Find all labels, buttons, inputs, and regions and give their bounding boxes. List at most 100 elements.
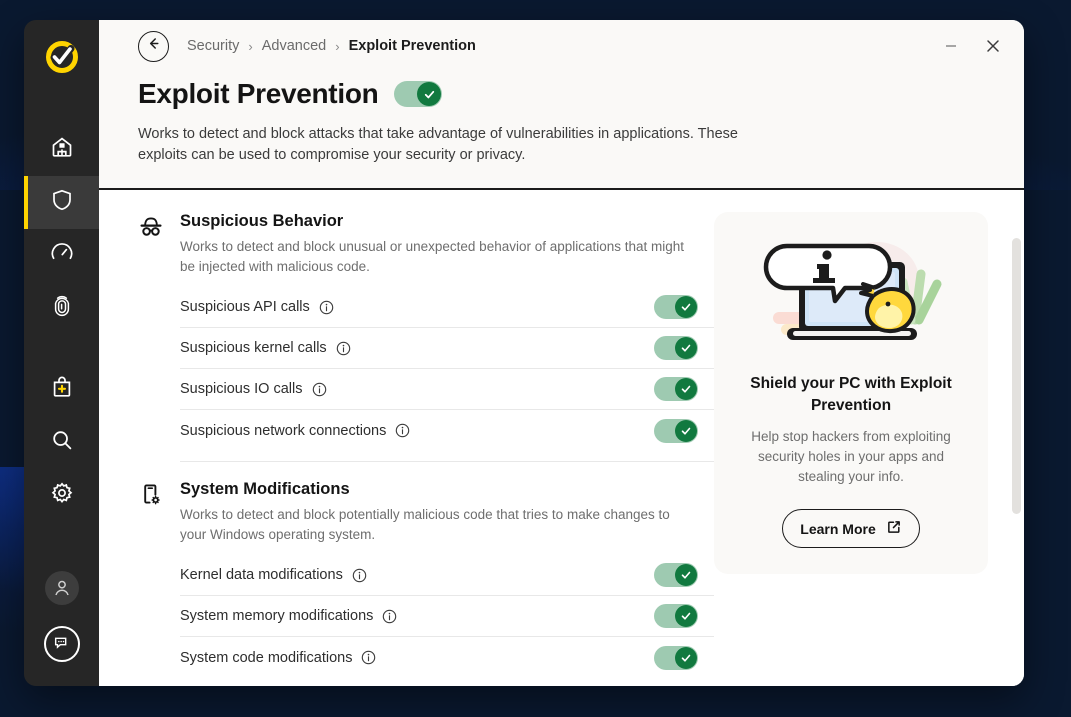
breadcrumb-separator: › [335,38,340,54]
toggle-suspicious-network-connections[interactable] [654,418,698,443]
toggle-suspicious-api-calls[interactable] [654,295,698,319]
sidebar-item-support-chat[interactable] [24,616,99,672]
speedometer-icon [50,241,74,270]
section-description: Works to detect and block potentially ma… [180,507,670,542]
toggle-knob [675,605,697,627]
minimize-button[interactable] [934,31,968,61]
learn-more-button[interactable]: Learn More [782,509,920,548]
titlebar: Security › Advanced › Exploit Prevention [99,20,1024,72]
desktop-background: Security › Advanced › Exploit Prevention [0,0,1071,717]
row-label-text: Suspicious kernel calls [180,340,327,356]
row-kernel-data-modifications: Kernel data modifications [180,555,714,596]
page-body: Suspicious Behavior Works to detect and … [99,190,1024,686]
scrollbar-thumb[interactable] [1012,238,1021,514]
info-icon[interactable] [382,609,397,624]
row-label-text: Suspicious API calls [180,299,310,315]
sidebar-item-identity[interactable] [24,282,99,335]
toggle-knob [675,296,697,318]
window-controls [934,31,1010,61]
toggle-knob [675,419,697,442]
section-description: Works to detect and block unusual or une… [180,239,685,274]
toggle-knob [675,646,697,669]
home-icon [50,135,74,164]
row-suspicious-io-calls: Suspicious IO calls [180,369,714,410]
page-title-row: Exploit Prevention [99,72,1024,110]
row-label: Kernel data modifications [180,567,367,583]
toggle-kernel-data-modifications[interactable] [654,563,698,587]
laptop-info-bubble-bird-illustration [751,236,951,359]
row-label-text: Suspicious network connections [180,422,387,439]
row-label: Suspicious IO calls [180,381,327,397]
info-icon[interactable] [319,300,334,315]
sidebar-item-search[interactable] [24,416,99,469]
settings-row-list: Kernel data modifications System memory … [180,555,714,678]
section-header: System Modifications Works to detect and… [138,480,714,545]
row-label-text: System memory modifications [180,608,374,624]
toggle-system-code-modifications[interactable] [654,645,698,670]
row-label: Suspicious kernel calls [180,340,351,356]
sidebar-item-performance[interactable] [24,229,99,282]
row-suspicious-kernel-calls: Suspicious kernel calls [180,328,714,369]
search-icon [50,428,74,457]
breadcrumb-item-advanced[interactable]: Advanced [262,38,327,54]
back-arrow-icon [145,35,162,57]
check-icon [681,612,691,620]
promo-column: Shield your PC with Exploit Prevention H… [714,190,1024,686]
check-icon [681,427,691,435]
row-label-text: System code modifications [180,649,353,666]
page-description: Works to detect and block attacks that t… [138,126,738,163]
section-header: Suspicious Behavior Works to detect and … [138,212,714,277]
back-button[interactable] [138,30,169,62]
check-icon [681,344,691,352]
section-system-modifications: System Modifications Works to detect and… [138,480,714,678]
check-icon [681,571,691,579]
sidebar-item-account[interactable] [24,560,99,616]
close-button[interactable] [976,31,1010,61]
info-icon[interactable] [312,382,327,397]
bag-plus-icon [50,375,74,404]
info-icon[interactable] [336,341,351,356]
check-icon [681,385,691,393]
info-icon[interactable] [361,650,376,665]
toggle-knob [675,564,697,586]
info-icon[interactable] [352,568,367,583]
sidebar-item-add-services[interactable] [24,363,99,416]
row-label: Suspicious network connections [180,423,410,439]
promo-title: Shield your PC with Exploit Prevention [750,375,952,414]
section-title: Suspicious Behavior [180,212,344,230]
learn-more-label: Learn More [800,520,876,537]
toggle-suspicious-kernel-calls[interactable] [654,336,698,360]
breadcrumb-item-security[interactable]: Security [187,38,239,54]
toggle-suspicious-io-calls[interactable] [654,377,698,401]
page-header: Security › Advanced › Exploit Prevention [99,20,1024,190]
row-label-text: Kernel data modifications [180,567,343,583]
row-label: System memory modifications [180,608,397,624]
promo-card: Shield your PC with Exploit Prevention H… [714,212,988,574]
shield-icon [50,188,74,217]
sidebar-item-settings[interactable] [24,469,99,522]
section-suspicious-behavior: Suspicious Behavior Works to detect and … [138,212,714,451]
row-label: System code modifications [180,650,376,666]
promo-description: Help stop hackers from exploiting securi… [751,429,951,484]
toggle-knob [675,337,697,359]
external-link-icon [886,519,902,538]
settings-row-list: Suspicious API calls Suspicious kernel c… [180,287,714,451]
toggle-knob [675,378,697,400]
fingerprint-icon [50,294,74,323]
check-icon [681,303,691,311]
minimize-icon [946,45,956,47]
section-title: System Modifications [180,480,350,498]
gear-icon [50,481,74,510]
incognito-hat-icon [138,212,164,245]
norton-checkmark-logo[interactable] [45,40,79,79]
breadcrumb-item-current: Exploit Prevention [348,38,476,54]
section-divider [180,461,714,462]
chat-bubble-icon [43,626,80,662]
sidebar-item-home[interactable] [24,123,99,176]
row-label: Suspicious API calls [180,299,334,315]
exploit-prevention-master-toggle[interactable] [394,81,443,107]
info-icon[interactable] [395,423,410,438]
sidebar-item-security[interactable] [24,176,99,229]
close-icon [987,40,999,52]
toggle-system-memory-modifications[interactable] [654,604,698,628]
